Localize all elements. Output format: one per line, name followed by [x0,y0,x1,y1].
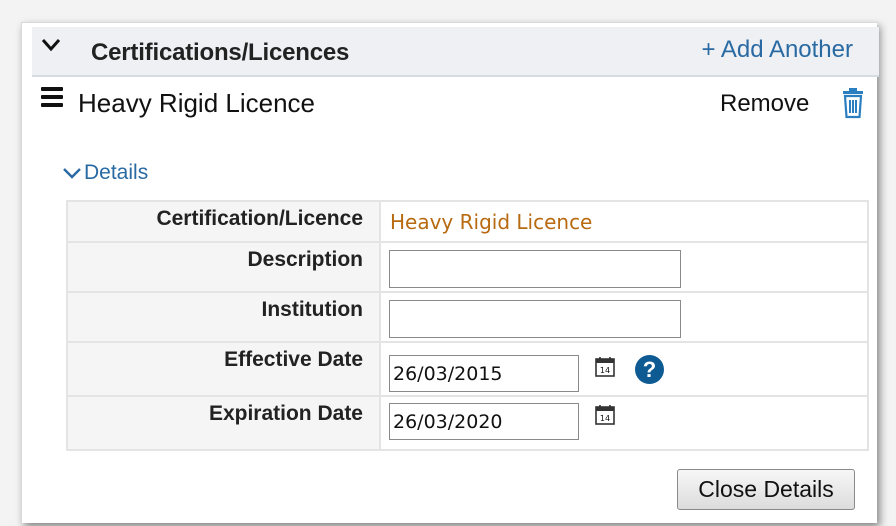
remove-link[interactable]: Remove [720,90,809,118]
details-table: Certification/Licence Heavy Rigid Licenc… [66,200,869,451]
trash-icon[interactable] [840,87,866,119]
effective-date-label: Effective Date [66,341,381,397]
add-another-link[interactable]: + Add Another [702,36,853,64]
institution-field[interactable] [389,300,681,338]
chevron-down-small-icon [63,168,81,179]
details-toggle-label: Details [84,161,149,184]
certifications-panel: Certifications/Licences + Add Another He… [21,22,879,523]
expiration-date-field[interactable]: 26/03/2020 [389,403,579,440]
table-row: Certification/Licence Heavy Rigid Licenc… [66,200,869,243]
calendar-icon[interactable]: 14 [594,356,616,378]
item-title: Heavy Rigid Licence [78,88,316,118]
table-row: Description [66,241,869,293]
section-header: Certifications/Licences + Add Another [32,27,879,77]
certification-value: Heavy Rigid Licence [390,210,593,234]
svg-text:14: 14 [600,366,610,375]
svg-text:14: 14 [600,414,610,423]
hamburger-menu-icon[interactable] [41,87,63,107]
table-row: Expiration Date 26/03/2020 14 [66,395,869,451]
certification-label: Certification/Licence [66,200,381,243]
calendar-icon[interactable]: 14 [594,404,616,426]
table-row: Effective Date 26/03/2015 14 ? [66,341,869,397]
description-field[interactable] [389,250,681,288]
chevron-down-icon[interactable] [41,38,61,52]
expiration-date-label: Expiration Date [66,395,381,451]
close-details-button[interactable]: Close Details [677,469,855,510]
description-label: Description [66,241,381,293]
help-icon[interactable]: ? [635,355,664,384]
institution-label: Institution [66,291,381,343]
effective-date-field[interactable]: 26/03/2015 [389,355,579,392]
table-row: Institution [66,291,869,343]
details-toggle[interactable]: Details [62,161,148,185]
section-title: Certifications/Licences [91,39,350,66]
